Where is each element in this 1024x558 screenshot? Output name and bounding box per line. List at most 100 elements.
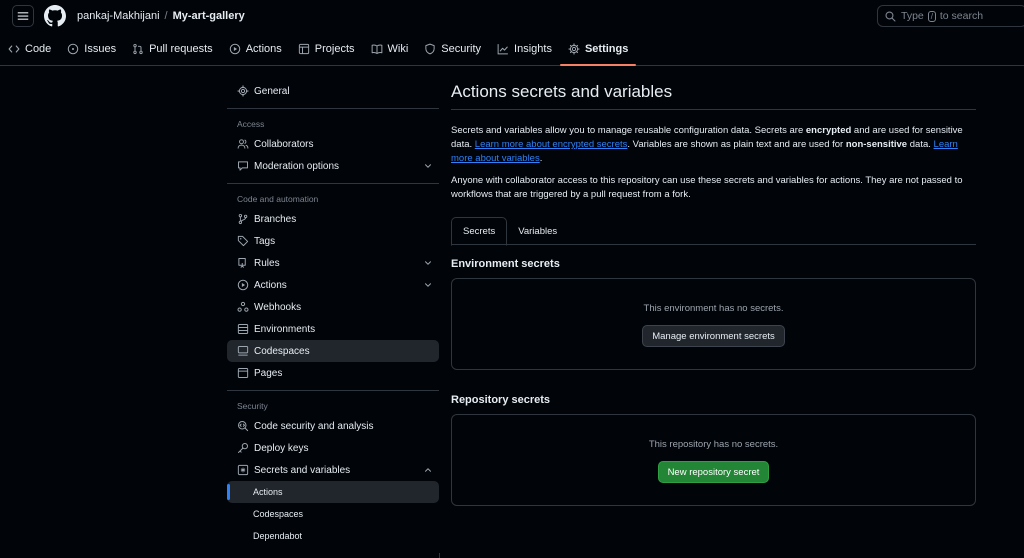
shield-icon bbox=[425, 43, 435, 55]
sidebar-divider bbox=[439, 553, 440, 558]
menu-button[interactable] bbox=[12, 5, 34, 27]
sidebar-item-tags[interactable]: Tags bbox=[227, 230, 439, 252]
new-repository-secret-button[interactable]: New repository secret bbox=[657, 461, 770, 483]
chevron-down-icon bbox=[425, 261, 431, 265]
codescan-icon bbox=[238, 421, 249, 432]
github-logo-icon[interactable] bbox=[44, 5, 66, 27]
description-text: data. bbox=[907, 139, 934, 150]
sidebar-divider bbox=[227, 183, 439, 184]
repository-empty-text: This repository has no secrets. bbox=[648, 439, 779, 450]
sidebar-item-label: Moderation options bbox=[254, 160, 340, 172]
gear-icon bbox=[237, 85, 249, 97]
sidebar-item-environments[interactable]: Environments bbox=[227, 318, 439, 340]
encrypted-secrets-link[interactable]: Learn more about encrypted secrets bbox=[475, 139, 628, 150]
sidebar-item-code-security[interactable]: Code security and analysis bbox=[227, 415, 439, 437]
manage-environment-secrets-button[interactable]: Manage environment secrets bbox=[642, 325, 785, 347]
repo-push-icon bbox=[238, 258, 246, 268]
tab-code[interactable]: Code bbox=[0, 36, 59, 62]
environment-empty-text: This environment has no secrets. bbox=[643, 303, 784, 314]
breadcrumb: pankaj-Makhijani / My-art-gallery bbox=[77, 10, 245, 22]
description-text: . Variables are shown as plain text and … bbox=[627, 139, 846, 150]
sidebar-item-label: General bbox=[254, 85, 290, 97]
graph-icon bbox=[497, 44, 508, 55]
tab-security[interactable]: Security bbox=[416, 36, 489, 62]
environment-secrets-heading: Environment secrets bbox=[451, 258, 560, 270]
play-icon bbox=[237, 279, 249, 291]
sidebar-item-label: Actions bbox=[254, 279, 287, 291]
tab-actions[interactable]: Actions bbox=[221, 36, 290, 62]
chevron-down-icon bbox=[425, 283, 431, 287]
tab-insights[interactable]: Insights bbox=[489, 36, 560, 62]
settings-sidebar: General Access Collaborators Moderation … bbox=[227, 80, 439, 547]
repo-nav-tabs: Code Issues Pull requests Actions Projec… bbox=[0, 36, 637, 66]
code-icon bbox=[8, 45, 20, 53]
sidebar-divider bbox=[227, 390, 439, 391]
sidebar-item-label: Codespaces bbox=[254, 345, 310, 357]
sidebar-item-actions[interactable]: Actions bbox=[227, 274, 439, 296]
sidebar-item-codespaces[interactable]: Codespaces bbox=[227, 340, 439, 362]
hamburger-icon bbox=[17, 12, 29, 20]
page-title: Actions secrets and variables bbox=[451, 82, 976, 110]
sidebar-item-label: Branches bbox=[254, 213, 297, 225]
main-content: Actions secrets and variables Secrets an… bbox=[451, 82, 976, 506]
sidebar-subitem-actions[interactable]: Actions bbox=[227, 481, 439, 503]
sidebar-item-label: Collaborators bbox=[254, 138, 314, 150]
comment-discussion-icon bbox=[238, 161, 248, 171]
tab-label: Projects bbox=[314, 43, 355, 55]
sidebar-item-label: Secrets and variables bbox=[254, 464, 351, 476]
tab-projects[interactable]: Projects bbox=[290, 36, 363, 62]
sidebar-item-label: Tags bbox=[254, 235, 276, 247]
sidebar-item-moderation[interactable]: Moderation options bbox=[227, 155, 439, 177]
chevron-down-icon bbox=[425, 164, 431, 168]
sidebar-item-pages[interactable]: Pages bbox=[227, 362, 439, 384]
sidebar-item-label: Deploy keys bbox=[254, 442, 309, 454]
search-input[interactable]: Type / to search bbox=[877, 5, 1024, 27]
sidebar-heading-security: Security bbox=[237, 401, 268, 411]
sidebar-item-deploy-keys[interactable]: Deploy keys bbox=[227, 437, 439, 459]
sidebar-heading-code-automation: Code and automation bbox=[237, 194, 319, 204]
tab-pull-requests[interactable]: Pull requests bbox=[124, 36, 221, 62]
repo-name-link[interactable]: My-art-gallery bbox=[173, 10, 245, 22]
play-icon bbox=[229, 43, 240, 55]
sidebar-item-label: Codespaces bbox=[253, 509, 304, 519]
codespaces-icon bbox=[237, 346, 249, 356]
emphasis-text: non-sensitive bbox=[845, 139, 908, 150]
tab-issues[interactable]: Issues bbox=[59, 36, 124, 62]
tab-settings[interactable]: Settings bbox=[559, 36, 637, 66]
sidebar-item-branches[interactable]: Branches bbox=[227, 208, 439, 230]
repository-secrets-heading: Repository secrets bbox=[451, 394, 551, 406]
tab-label: Settings bbox=[584, 43, 629, 55]
sidebar-item-rules[interactable]: Rules bbox=[227, 252, 439, 274]
sidebar-subitem-dependabot[interactable]: Dependabot bbox=[227, 525, 439, 547]
search-icon bbox=[885, 10, 896, 22]
app-header: pankaj-Makhijani / My-art-gallery Type /… bbox=[0, 0, 1024, 66]
tag-icon bbox=[237, 235, 249, 247]
sidebar-item-collaborators[interactable]: Collaborators bbox=[227, 133, 439, 155]
tab-secrets[interactable]: Secrets bbox=[451, 217, 508, 246]
sidebar-item-general[interactable]: General bbox=[227, 80, 439, 102]
browser-icon bbox=[237, 368, 249, 378]
access-note: Anyone with collaborator access to this … bbox=[451, 175, 963, 200]
tab-label: Code bbox=[25, 43, 52, 55]
sidebar-item-label: Pages bbox=[254, 367, 283, 379]
repo-owner-link[interactable]: pankaj-Makhijani bbox=[77, 10, 160, 22]
sidebar-subitem-codespaces[interactable]: Codespaces bbox=[227, 503, 439, 525]
tab-wiki[interactable]: Wiki bbox=[363, 36, 417, 62]
repository-secrets-box: This repository has no secrets. New repo… bbox=[451, 414, 976, 506]
tab-variables[interactable]: Variables bbox=[507, 217, 568, 245]
sidebar-item-webhooks[interactable]: Webhooks bbox=[227, 296, 439, 318]
webhook-icon bbox=[237, 301, 249, 312]
sidebar-item-secrets-variables[interactable]: Secrets and variables bbox=[227, 459, 439, 481]
tab-label: Insights bbox=[514, 43, 552, 55]
server-icon bbox=[237, 324, 249, 334]
asterisk-icon bbox=[237, 464, 249, 476]
tab-label: Security bbox=[441, 43, 482, 55]
tab-label: Wiki bbox=[387, 43, 409, 55]
sidebar-divider bbox=[227, 108, 439, 109]
sidebar-item-label: Environments bbox=[254, 323, 316, 335]
tab-label: Actions bbox=[245, 43, 282, 55]
secrets-variables-tabs: Secrets Variables bbox=[451, 217, 976, 246]
sidebar-item-label: Actions bbox=[253, 487, 283, 497]
emphasis-text: encrypted bbox=[805, 125, 852, 136]
sidebar-item-label: Rules bbox=[254, 257, 280, 269]
